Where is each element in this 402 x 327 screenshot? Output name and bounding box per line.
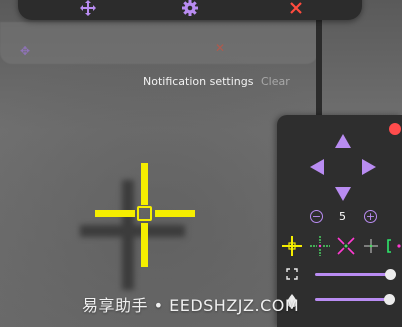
move-down-arrow-icon[interactable] bbox=[335, 187, 351, 201]
size-value: 5 bbox=[339, 210, 346, 223]
crosshair-center bbox=[137, 206, 152, 221]
size-increase-button[interactable]: + bbox=[364, 210, 377, 223]
notification-settings-link[interactable]: Notification settings bbox=[143, 75, 253, 88]
expand-icon bbox=[286, 268, 298, 280]
record-dot-icon[interactable] bbox=[389, 123, 401, 135]
crosshair-top-arm bbox=[141, 163, 148, 205]
crosshair-overlay[interactable] bbox=[95, 163, 195, 267]
crosshair-bottom-arm bbox=[141, 223, 148, 267]
settings-button[interactable] bbox=[180, 0, 200, 18]
crosshair-left-arm bbox=[95, 210, 135, 217]
opacity-slider-knob[interactable] bbox=[384, 294, 395, 305]
move-arrows-ghost-icon: ✥ bbox=[20, 44, 31, 58]
close-ghost-icon: ✕ bbox=[215, 41, 226, 55]
clear-notifications-button[interactable]: Clear bbox=[261, 75, 290, 88]
close-icon bbox=[290, 2, 302, 14]
notification-card-ghost bbox=[0, 22, 318, 64]
opacity-slider-track[interactable] bbox=[315, 298, 391, 301]
move-up-arrow-icon[interactable] bbox=[335, 134, 351, 148]
move-button[interactable] bbox=[78, 0, 98, 18]
move-left-arrow-icon[interactable] bbox=[310, 159, 324, 175]
crosshair-style-selector bbox=[281, 235, 402, 257]
move-right-arrow-icon[interactable] bbox=[362, 159, 376, 175]
move-arrows-icon bbox=[80, 0, 96, 16]
crosshair-style-yellow-icon[interactable] bbox=[281, 235, 303, 257]
crosshair-style-x-icon[interactable] bbox=[335, 235, 357, 257]
crosshair-right-arm bbox=[155, 210, 195, 217]
size-slider-track[interactable] bbox=[315, 273, 393, 276]
close-button[interactable] bbox=[286, 0, 306, 18]
size-decrease-button[interactable]: − bbox=[310, 210, 323, 223]
crosshair-style-green-icon[interactable] bbox=[309, 235, 331, 257]
size-slider-knob[interactable] bbox=[385, 269, 396, 280]
top-toolbar bbox=[18, 0, 362, 20]
crosshair-style-bracket-icon[interactable] bbox=[385, 235, 402, 257]
crosshair-style-thin-icon[interactable] bbox=[360, 235, 382, 257]
watermark-text: 易享助手 • EEDSHZJZ.COM bbox=[82, 296, 300, 315]
gear-icon bbox=[182, 0, 198, 16]
